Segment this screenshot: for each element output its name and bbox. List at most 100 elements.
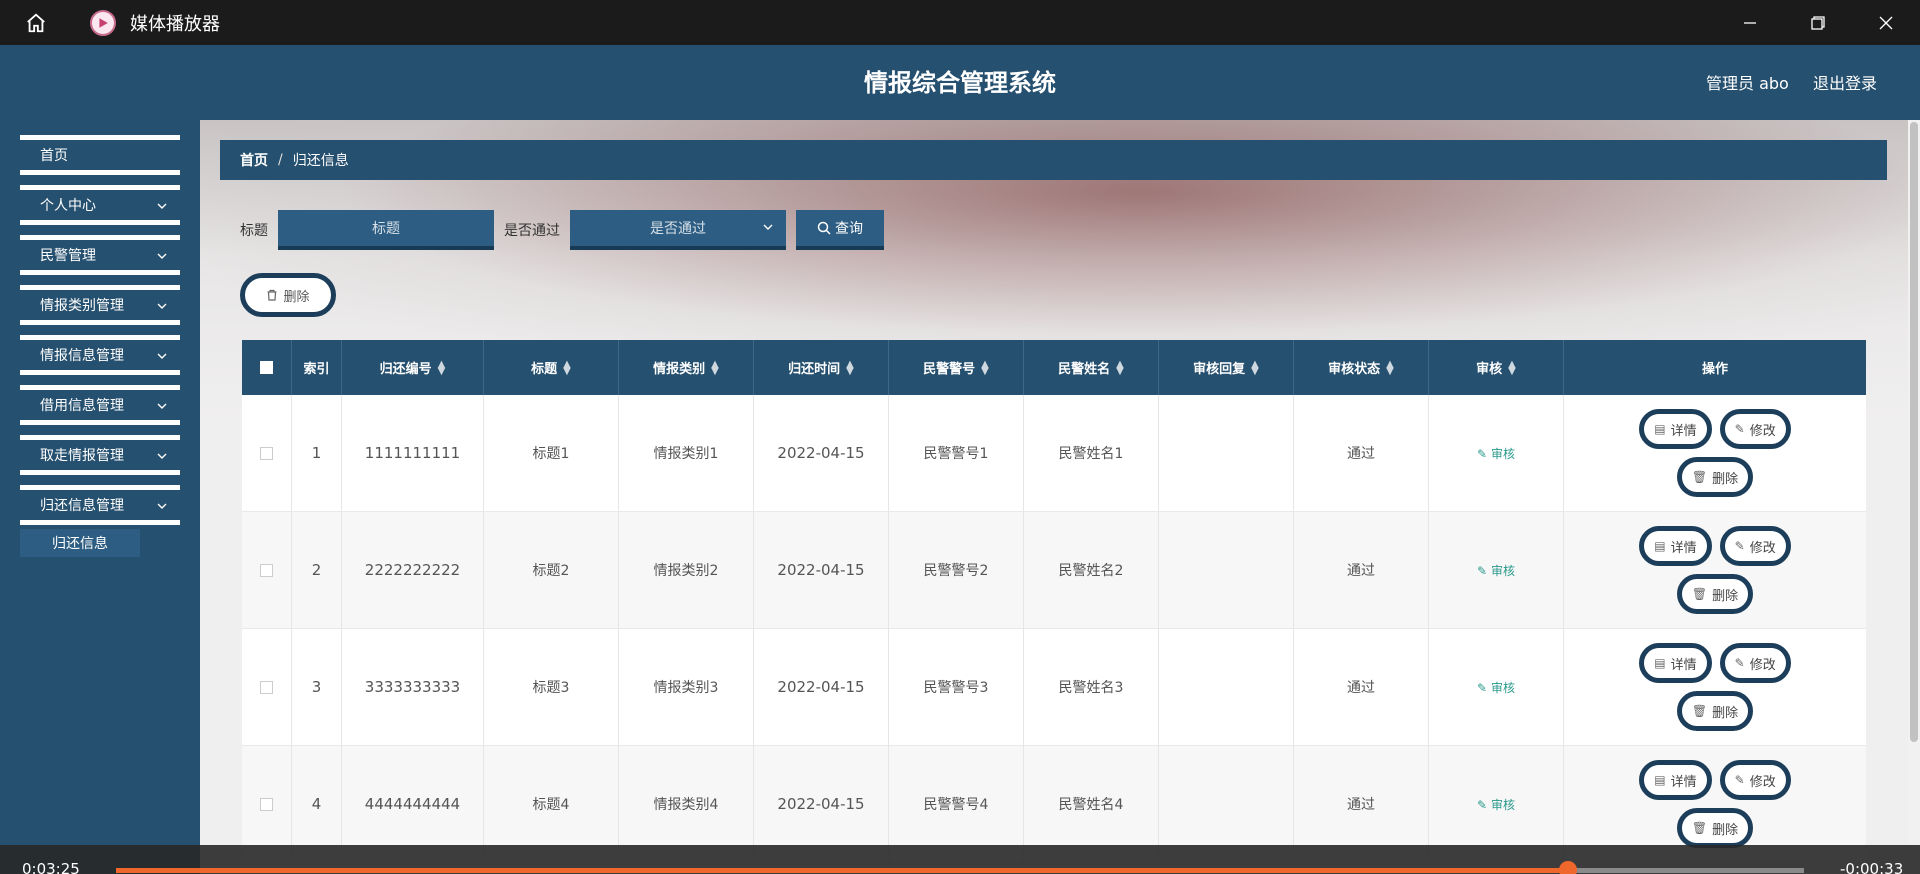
sidebar-subitem-return-info[interactable]: 归还信息: [20, 529, 140, 557]
col-category[interactable]: 情报类别 ▲ ▼: [619, 340, 754, 395]
return-time-value: 2022-04-15: [777, 561, 865, 579]
breadcrumb: 首页 / 归还信息: [220, 140, 1887, 180]
sidebar-item-borrow-info[interactable]: 借用信息管理: [20, 385, 180, 425]
col-officer-name[interactable]: 民警姓名 ▲ ▼: [1024, 340, 1159, 395]
officer-name-value: 民警姓名3: [1058, 680, 1124, 696]
edit-button[interactable]: ✎ 修改: [1719, 643, 1791, 683]
index-value: 4: [311, 795, 322, 813]
audit-link[interactable]: ✎ 审核: [1477, 679, 1515, 696]
title-value: 标题2: [532, 563, 570, 579]
home-icon[interactable]: [18, 5, 54, 41]
return-time-value: 2022-04-15: [777, 678, 865, 696]
logout-link[interactable]: 退出登录: [1813, 70, 1877, 94]
detail-button[interactable]: ▤ 详情: [1639, 526, 1712, 566]
title-search-input[interactable]: 标题: [278, 210, 494, 250]
document-icon: ▤: [1654, 422, 1666, 436]
column-header: 审核回复: [1193, 362, 1246, 377]
audit-link[interactable]: ✎ 审核: [1477, 796, 1515, 813]
actions-cell: ▤ 详情 ✎ 修改 🗑 删除: [1564, 629, 1866, 745]
seek-handle[interactable]: [1558, 861, 1577, 874]
officer-name-cell: 民警姓名1: [1024, 395, 1159, 511]
category-cell: 情报类别3: [619, 629, 754, 745]
sort-icon[interactable]: ▲ ▼: [846, 359, 854, 376]
delete-button[interactable]: 🗑 删除: [1676, 808, 1754, 848]
pencil-icon: ✎: [1734, 422, 1745, 436]
sidebar-item-police-management[interactable]: 民警管理: [20, 235, 180, 275]
col-audit-reply[interactable]: 审核回复 ▲ ▼: [1159, 340, 1294, 395]
vertical-scrollbar[interactable]: [1908, 120, 1920, 874]
col-badge-number[interactable]: 民警警号 ▲ ▼: [889, 340, 1024, 395]
col-return-code[interactable]: 归还编号 ▲ ▼: [342, 340, 484, 395]
sort-icon[interactable]: ▲ ▼: [981, 359, 989, 376]
window-title: 媒体播放器: [130, 13, 220, 35]
row-checkbox[interactable]: [260, 797, 273, 811]
media-player-logo-icon: [90, 9, 116, 36]
restore-button[interactable]: [1784, 0, 1852, 45]
audit-reply-cell: [1159, 629, 1294, 745]
delete-button[interactable]: 🗑 删除: [1676, 691, 1754, 731]
sort-icon[interactable]: ▲ ▼: [711, 359, 719, 376]
close-button[interactable]: [1852, 0, 1920, 45]
row-actions: ▤ 详情 ✎ 修改 🗑 删除: [1615, 643, 1815, 731]
return-time-cell: 2022-04-15: [754, 395, 889, 511]
row-checkbox[interactable]: [260, 680, 273, 694]
sidebar-item-intel-category[interactable]: 情报类别管理: [20, 285, 180, 325]
return-time-value: 2022-04-15: [777, 444, 865, 462]
sidebar-item-personal-center[interactable]: 个人中心: [20, 185, 180, 225]
row-checkbox[interactable]: [260, 446, 273, 460]
edit-button[interactable]: ✎ 修改: [1719, 760, 1791, 800]
column-header: 审核状态: [1328, 362, 1381, 377]
sidebar-item-label: 取走情报管理: [40, 448, 124, 464]
audit-link-label: 审核: [1490, 446, 1515, 461]
seek-bar-progress: [116, 868, 1568, 873]
pass-status-select[interactable]: 是否通过: [570, 210, 786, 250]
audit-reply-cell: [1159, 512, 1294, 628]
select-all-checkbox[interactable]: [260, 361, 273, 374]
col-audit-status[interactable]: 审核状态 ▲ ▼: [1294, 340, 1429, 395]
sort-icon[interactable]: ▲ ▼: [1251, 359, 1259, 376]
col-return-time[interactable]: 归还时间 ▲ ▼: [754, 340, 889, 395]
seek-bar[interactable]: [116, 868, 1804, 873]
actions-cell: ▤ 详情 ✎ 修改 🗑 删除: [1564, 395, 1866, 511]
sort-icon[interactable]: ▲ ▼: [1508, 359, 1516, 376]
edit-icon: ✎: [1477, 797, 1488, 812]
sidebar-item-return-management[interactable]: 归还信息管理: [20, 485, 180, 525]
title-cell: 标题2: [484, 512, 619, 628]
officer-name-cell: 民警姓名3: [1024, 629, 1159, 745]
detail-button-label: 详情: [1670, 423, 1697, 439]
detail-button[interactable]: ▤ 详情: [1639, 409, 1712, 449]
table-body: 1 1111111111 标题1 情报类别1 2022-04-15 民警警号1 民警姓名1 通…: [242, 395, 1866, 863]
sidebar-item-intel-info[interactable]: 情报信息管理: [20, 335, 180, 375]
current-time: 0:03:25: [22, 860, 80, 874]
bulk-delete-button[interactable]: 删除: [240, 273, 336, 317]
detail-button[interactable]: ▤ 详情: [1639, 643, 1712, 683]
audit-link[interactable]: ✎ 审核: [1477, 562, 1515, 579]
table-row: 1 1111111111 标题1 情报类别1 2022-04-15 民警警号1 民警姓名1 通…: [242, 395, 1866, 512]
sort-icon[interactable]: ▲ ▼: [1386, 359, 1394, 376]
document-icon: ▤: [1654, 656, 1666, 670]
column-header: 民警姓名: [1058, 362, 1111, 377]
detail-button[interactable]: ▤ 详情: [1639, 760, 1712, 800]
row-checkbox[interactable]: [260, 563, 273, 577]
sort-icon[interactable]: ▲ ▼: [438, 359, 446, 376]
badge-number-value: 民警警号3: [923, 680, 989, 696]
sort-icon[interactable]: ▲ ▼: [563, 359, 571, 376]
index-cell: 3: [292, 629, 342, 745]
delete-button[interactable]: 🗑 删除: [1676, 574, 1754, 614]
delete-button[interactable]: 🗑 删除: [1676, 457, 1754, 497]
audit-link[interactable]: ✎ 审核: [1477, 445, 1515, 462]
scrollbar-thumb[interactable]: [1910, 122, 1918, 742]
minimize-button[interactable]: [1716, 0, 1784, 45]
col-title[interactable]: 标题 ▲ ▼: [484, 340, 619, 395]
query-button[interactable]: 查询: [796, 210, 884, 250]
sidebar-item-home[interactable]: 首页: [20, 135, 180, 175]
sort-icon[interactable]: ▲ ▼: [1116, 359, 1124, 376]
sidebar-item-take-intel[interactable]: 取走情报管理: [20, 435, 180, 475]
breadcrumb-home[interactable]: 首页: [240, 150, 268, 170]
edit-button[interactable]: ✎ 修改: [1719, 409, 1791, 449]
col-audit[interactable]: 审核 ▲ ▼: [1429, 340, 1564, 395]
edit-button[interactable]: ✎ 修改: [1719, 526, 1791, 566]
trash-icon: 🗑: [1691, 821, 1708, 835]
table-row: 2 2222222222 标题2 情报类别2 2022-04-15 民警警号2 民警姓名2 通…: [242, 512, 1866, 629]
chevron-down-icon: [157, 453, 167, 459]
